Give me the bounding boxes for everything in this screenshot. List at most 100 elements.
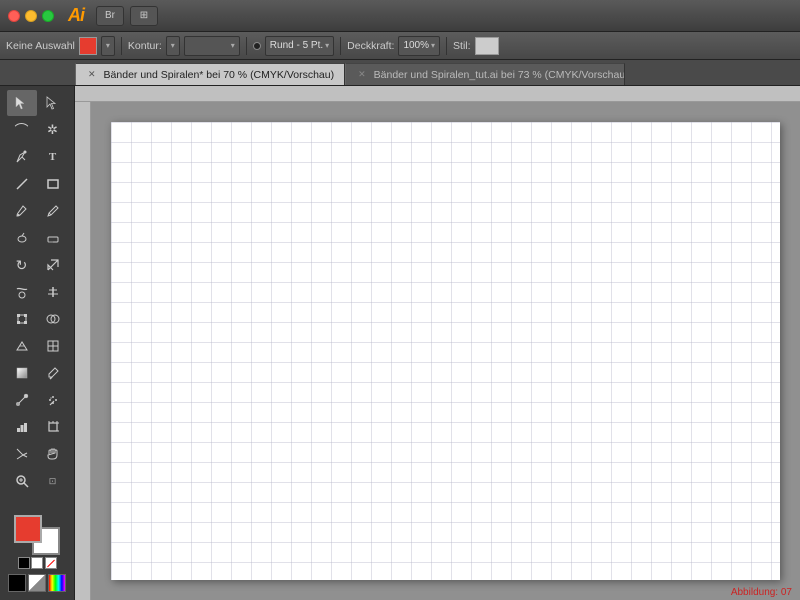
- pencil-tool[interactable]: [38, 198, 68, 224]
- figure-label: Abbildung: 07: [731, 587, 792, 598]
- line-tool[interactable]: [7, 171, 37, 197]
- separator-2: [246, 37, 247, 55]
- brush-dropdown[interactable]: Rund - 5 Pt. ▾: [265, 36, 334, 56]
- canvas-scroll[interactable]: Abbildung: 07: [91, 102, 800, 600]
- tab-2-label: Bänder und Spiralen_tut.ai bei 73 % (CMY…: [374, 69, 625, 81]
- stroke-color-dropdown[interactable]: ▾: [166, 36, 180, 56]
- artboard-tool[interactable]: [38, 414, 68, 440]
- pen-tool[interactable]: [7, 144, 37, 170]
- shape-builder-tool[interactable]: [38, 306, 68, 332]
- width-tool[interactable]: [38, 279, 68, 305]
- none-swatch[interactable]: [45, 557, 57, 569]
- fill-dropdown[interactable]: ▾: [101, 36, 115, 56]
- tab-1[interactable]: ✕ Bänder und Spiralen* bei 70 % (CMYK/Vo…: [75, 63, 345, 85]
- white-swatch[interactable]: [31, 557, 43, 569]
- tab-2[interactable]: ✕ Bänder und Spiralen_tut.ai bei 73 % (C…: [345, 63, 625, 85]
- bridge-button[interactable]: Br: [96, 6, 124, 26]
- main-area: ⌒ ✲ T: [0, 86, 800, 600]
- tab-1-close[interactable]: ✕: [86, 68, 98, 81]
- title-bar: Ai Br ⊞: [0, 0, 800, 32]
- tool-row-3: T: [0, 144, 74, 170]
- scale-tool[interactable]: [38, 252, 68, 278]
- small-swatches: [18, 557, 57, 569]
- tool-row-10: [0, 333, 74, 359]
- symbol-sprayer-tool[interactable]: [38, 387, 68, 413]
- tool-row-9: [0, 306, 74, 332]
- hand-tool[interactable]: [38, 441, 68, 467]
- perspective-tool[interactable]: [7, 333, 37, 359]
- ruler-marks-top: [75, 86, 800, 101]
- direct-selection-tool[interactable]: [38, 90, 68, 116]
- gradient-tool[interactable]: [7, 360, 37, 386]
- slice-tool[interactable]: [7, 441, 37, 467]
- tabs-row: ✕ Bänder und Spiralen* bei 70 % (CMYK/Vo…: [0, 60, 800, 86]
- tool-row-2: ⌒ ✲: [0, 117, 74, 143]
- tool-row-13: [0, 414, 74, 440]
- blend-tool[interactable]: [7, 387, 37, 413]
- type-tool[interactable]: T: [38, 144, 68, 170]
- separator-3: [340, 37, 341, 55]
- tool-row-7: ↻: [0, 252, 74, 278]
- mode-swatches: [8, 574, 66, 592]
- default-colors[interactable]: [18, 557, 43, 569]
- brush-circle-icon: [253, 42, 261, 50]
- paintbrush-tool[interactable]: [7, 198, 37, 224]
- tool-row-6: [0, 225, 74, 251]
- minimize-button[interactable]: [25, 10, 37, 22]
- arrange-button[interactable]: ⊞: [130, 6, 158, 26]
- tool-row-15: ⊡: [0, 468, 74, 494]
- opacity-label: Deckkraft:: [347, 40, 394, 52]
- black-swatch[interactable]: [18, 557, 30, 569]
- eraser-tool[interactable]: [38, 225, 68, 251]
- zoom-tool[interactable]: [7, 468, 37, 494]
- separator-1: [121, 37, 122, 55]
- warp-tool[interactable]: [7, 279, 37, 305]
- options-toolbar: Keine Auswahl ▾ Kontur: ▾ ▾ Rund - 5 Pt.…: [0, 32, 800, 60]
- app-logo: Ai: [68, 5, 84, 26]
- stroke-dropdown-arrow: ▾: [171, 41, 175, 50]
- fill-dropdown-arrow: ▾: [106, 41, 110, 50]
- ruler-top: [75, 86, 800, 102]
- free-transform-tool[interactable]: [7, 306, 37, 332]
- color-pair: [14, 515, 60, 555]
- status-bar: Abbildung: 07: [723, 585, 800, 600]
- left-toolbar: ⌒ ✲ T: [0, 86, 75, 600]
- window-controls[interactable]: [8, 10, 54, 22]
- selection-tool[interactable]: [7, 90, 37, 116]
- tool-row-5: [0, 198, 74, 224]
- canvas-area: Abbildung: 07: [75, 86, 800, 600]
- stil-label: Stil:: [453, 40, 471, 52]
- tool-row-4: [0, 171, 74, 197]
- rotate-tool[interactable]: ↻: [7, 252, 37, 278]
- close-button[interactable]: [8, 10, 20, 22]
- mesh-tool[interactable]: [38, 333, 68, 359]
- opacity-value: 100%: [403, 40, 429, 51]
- rectangle-tool[interactable]: [38, 171, 68, 197]
- artboard-canvas: [111, 122, 780, 580]
- blob-brush-tool[interactable]: [7, 225, 37, 251]
- color-mode-stroke[interactable]: [28, 574, 46, 592]
- bar-graph-tool[interactable]: [7, 414, 37, 440]
- tool-row-1: [0, 90, 74, 116]
- extra-tool[interactable]: ⊡: [38, 468, 68, 494]
- color-mode-fill[interactable]: [8, 574, 26, 592]
- ruler-left: [75, 102, 91, 600]
- fill-color-swatch[interactable]: [79, 37, 97, 55]
- no-selection-label: Keine Auswahl: [6, 40, 75, 52]
- tool-row-11: [0, 360, 74, 386]
- tool-row-8: [0, 279, 74, 305]
- lasso-tool[interactable]: ⌒: [7, 117, 37, 143]
- toolbar-colors: [0, 511, 74, 596]
- color-mode-gradient[interactable]: [48, 574, 66, 592]
- tab-2-close[interactable]: ✕: [356, 68, 368, 81]
- magic-wand-tool[interactable]: ✲: [38, 117, 68, 143]
- stroke-weight-dropdown[interactable]: ▾: [184, 36, 240, 56]
- opacity-dropdown[interactable]: 100% ▾: [398, 36, 440, 56]
- canvas-wrapper: Abbildung: 07: [75, 102, 800, 600]
- foreground-color-swatch[interactable]: [14, 515, 42, 543]
- style-swatch[interactable]: [475, 37, 499, 55]
- kontur-label: Kontur:: [128, 40, 162, 52]
- maximize-button[interactable]: [42, 10, 54, 22]
- tool-row-14: [0, 441, 74, 467]
- eyedropper-tool[interactable]: [38, 360, 68, 386]
